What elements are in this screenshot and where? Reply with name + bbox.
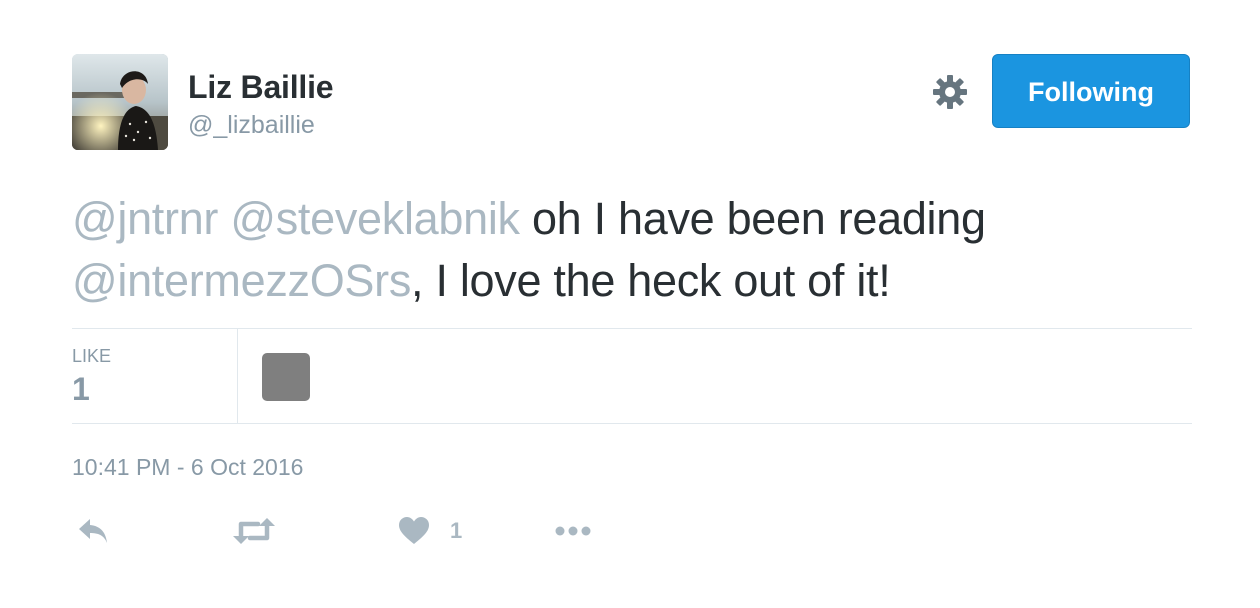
tweet-timestamp[interactable]: 10:41 PM - 6 Oct 2016 (72, 454, 303, 481)
tweet-card: Liz Baillie @_lizbaillie Following @jntr… (72, 54, 1192, 544)
author-avatar[interactable] (72, 54, 168, 150)
retweet-icon[interactable] (232, 516, 276, 552)
following-button[interactable]: Following (992, 54, 1190, 128)
tweet-text-part: oh I have been reading (531, 193, 986, 244)
like-stat[interactable]: LIKE 1 (72, 329, 238, 423)
author-names: Liz Baillie @_lizbaillie (188, 68, 334, 140)
more-dots-icon[interactable] (554, 516, 594, 552)
gear-icon[interactable] (932, 74, 968, 110)
like-action-count: 1 (450, 518, 463, 543)
mention-link[interactable]: @intermezzOSrs (72, 255, 411, 306)
like-stat-count: 1 (72, 371, 90, 407)
liker-avatar[interactable] (262, 353, 310, 401)
author-fullname[interactable]: Liz Baillie (188, 68, 334, 106)
tweet-header: Liz Baillie @_lizbaillie Following (72, 54, 1192, 150)
tweet-stats: LIKE 1 (72, 328, 1192, 424)
tweet-text: @jntrnr @steveklabnik oh I have been rea… (72, 188, 1182, 312)
mention-link[interactable]: @jntrnr (72, 193, 218, 244)
mention-link[interactable]: @steveklabnik (230, 193, 520, 244)
tweet-text-part: , I love the heck out of it! (411, 255, 891, 306)
like-stat-label: LIKE (72, 346, 112, 366)
author-handle[interactable]: @_lizbaillie (188, 110, 333, 140)
reply-icon[interactable] (76, 516, 110, 552)
tweet-actions: 1 (72, 516, 672, 552)
heart-icon[interactable] (398, 516, 430, 552)
